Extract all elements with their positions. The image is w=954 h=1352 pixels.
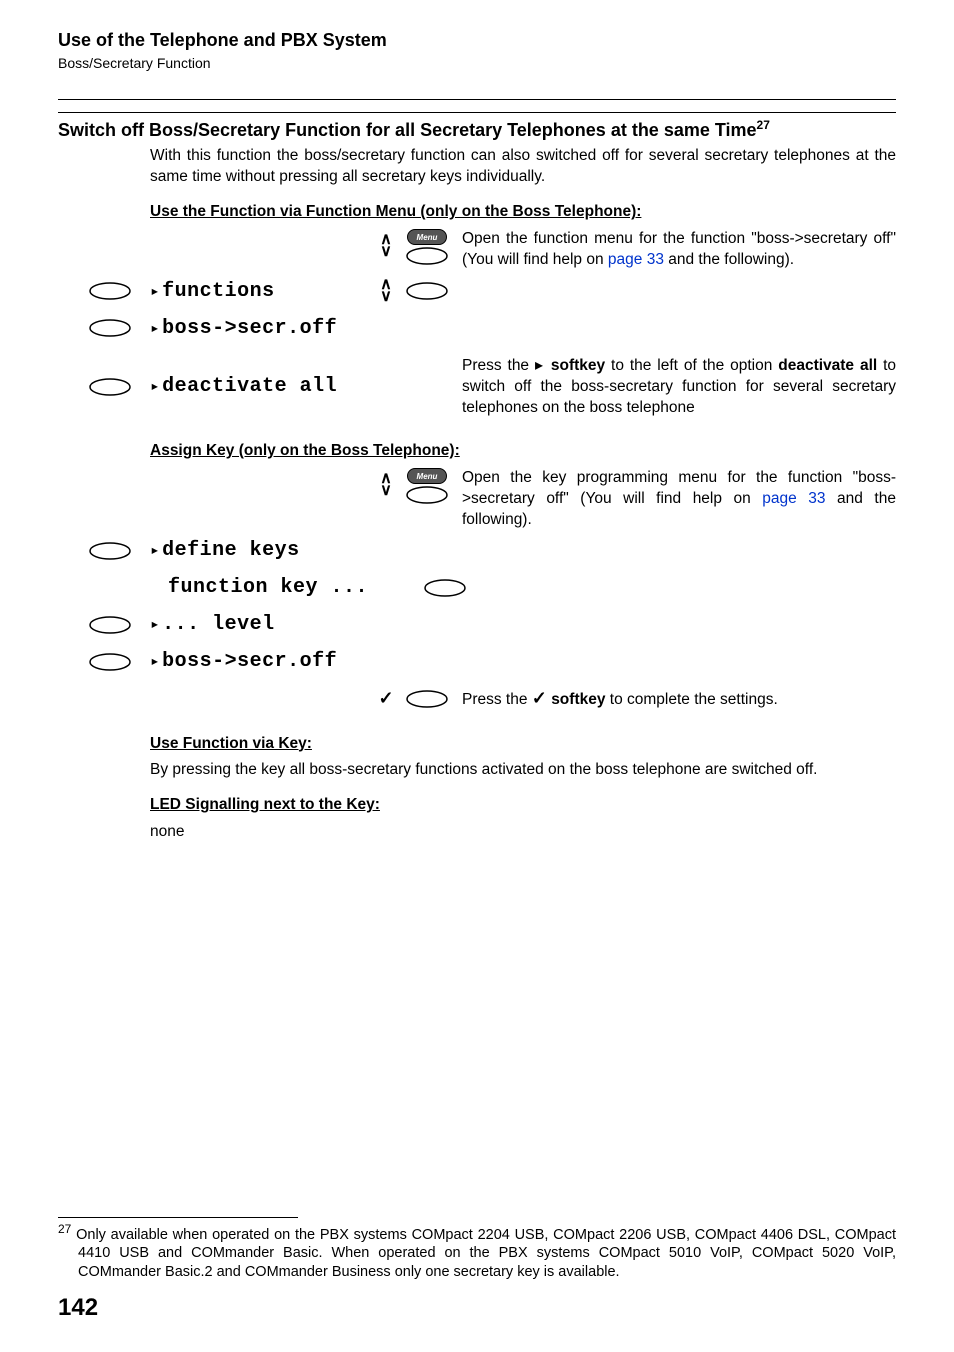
page-link[interactable]: page 33 <box>608 251 664 268</box>
check-icon <box>378 692 393 706</box>
row-functions: functions ∧∨ <box>88 274 896 308</box>
row-open-menu: ∧∨ Open the function menu for the functi… <box>88 229 896 271</box>
section-heading: Switch off Boss/Secretary Function for a… <box>58 117 896 142</box>
row2-open-menu: ∧∨ Open the key programming menu for the… <box>88 468 896 531</box>
row2-boss-off: boss->secr.off <box>88 645 896 679</box>
text: Press the <box>462 691 532 708</box>
sub1-desc-press: Press the softkey to the left of the opt… <box>462 355 896 419</box>
row-define-keys: define keys <box>88 534 896 568</box>
text: to the left of the option <box>605 357 778 374</box>
section-intro: With this function the boss/secretary fu… <box>150 146 896 188</box>
triangle-right-icon <box>150 280 162 303</box>
sub3-heading: Use Function via Key: <box>150 734 896 755</box>
softkey-icon <box>405 282 449 300</box>
row-deactivate: deactivate all Press the softkey to the … <box>88 355 896 419</box>
menu-icon <box>407 468 447 484</box>
softkey-icon <box>405 486 449 504</box>
lcd-text: define keys <box>162 539 300 562</box>
sub2-heading: Assign Key (only on the Boss Telephone): <box>150 441 896 462</box>
row-function-key: function key ... <box>88 571 896 605</box>
text-bold: softkey <box>551 357 605 374</box>
softkey-icon <box>88 653 132 671</box>
footnote-rule <box>58 1217 298 1218</box>
triangle-right-icon <box>150 317 162 340</box>
lcd-text: ... level <box>162 613 275 636</box>
check-icon <box>532 691 547 708</box>
triangle-right-icon <box>150 650 162 673</box>
sub4-body: none <box>150 822 896 843</box>
sub4-heading: LED Signalling next to the Key: <box>150 795 896 816</box>
footnote: 27 Only available when operated on the P… <box>58 1222 896 1282</box>
text-bold: deactivate all <box>778 357 877 374</box>
section-heading-text: Switch off Boss/Secretary Function for a… <box>58 120 757 140</box>
softkey-icon <box>405 247 449 265</box>
sub3-body: By pressing the key all boss-secretary f… <box>150 760 896 781</box>
text: Press the <box>462 357 535 374</box>
footnote-num: 27 <box>58 1222 71 1236</box>
header-title: Use of the Telephone and PBX System <box>58 28 896 52</box>
softkey-icon <box>88 319 132 337</box>
running-header: Use of the Telephone and PBX System Boss… <box>58 28 896 73</box>
lcd-text: function key ... <box>168 576 368 599</box>
row-level: ... level <box>88 608 896 642</box>
row-boss-off: boss->secr.off <box>88 311 896 345</box>
triangle-right-icon <box>150 539 162 562</box>
softkey-icon <box>88 378 132 396</box>
triangle-right-icon <box>150 375 162 398</box>
sub2-desc-press: Press the softkey to complete the settin… <box>462 686 896 711</box>
sub1-desc-open: Open the function menu for the function … <box>462 229 896 271</box>
softkey-icon <box>88 616 132 634</box>
softkey-icon <box>88 542 132 560</box>
page-number: 142 <box>58 1292 98 1324</box>
header-subtitle: Boss/Secretary Function <box>58 54 896 73</box>
lcd-text: boss->secr.off <box>162 650 337 673</box>
lcd-text: boss->secr.off <box>162 317 337 340</box>
text: and the following). <box>664 251 794 268</box>
lcd-text: functions <box>162 280 275 303</box>
text: to complete the settings. <box>605 691 777 708</box>
sub2-desc-open: Open the key programming menu for the fu… <box>462 468 896 531</box>
footnote-text: Only available when operated on the PBX … <box>71 1226 896 1280</box>
row-complete: Press the softkey to complete the settin… <box>88 682 896 716</box>
triangle-right-icon <box>150 613 162 636</box>
softkey-icon <box>405 690 449 708</box>
softkey-icon <box>423 579 467 597</box>
softkey-icon <box>88 282 132 300</box>
triangle-right-icon <box>535 357 545 374</box>
header-rule <box>58 99 896 100</box>
sub1-heading: Use the Function via Function Menu (only… <box>150 202 896 223</box>
text-bold: softkey <box>551 691 605 708</box>
lcd-text: deactivate all <box>162 375 337 398</box>
menu-icon <box>407 229 447 245</box>
section-rule <box>58 112 896 113</box>
page-link[interactable]: page 33 <box>762 490 825 507</box>
footnote-ref: 27 <box>757 118 770 132</box>
